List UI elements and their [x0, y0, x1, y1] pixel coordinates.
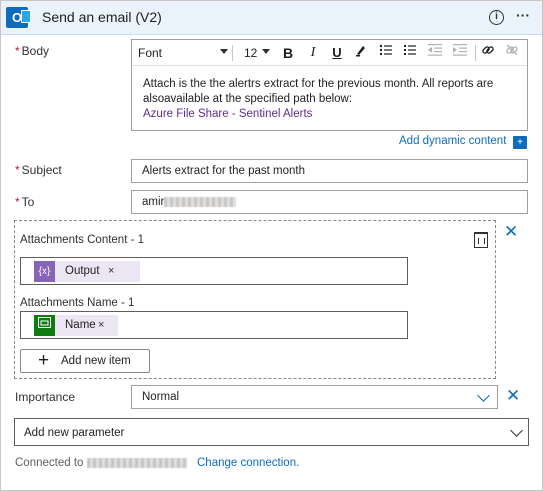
more-options-icon[interactable]: ··· — [516, 7, 530, 23]
body-editor[interactable]: Font 12 B I U Attach is the the alertrs … — [131, 39, 528, 131]
bold-button[interactable]: B — [278, 43, 298, 63]
subject-value: Alerts extract for the past month — [142, 165, 305, 177]
remove-attachment-button[interactable]: ✕ — [504, 223, 518, 240]
attachments-content-label: Attachments Content - 1 — [20, 234, 145, 246]
remove-importance-button[interactable]: ✕ — [506, 387, 520, 404]
font-caret-icon[interactable] — [220, 49, 228, 54]
toolbar-divider — [232, 45, 233, 61]
attachments-name-field[interactable]: Name × — [20, 311, 408, 339]
to-input[interactable]: amir — [131, 190, 528, 214]
chevron-down-icon[interactable] — [477, 389, 490, 402]
subject-label: * Subject — [15, 163, 62, 177]
toolbar-divider — [475, 45, 476, 61]
size-caret-icon[interactable] — [262, 49, 270, 54]
editor-toolbar: Font 12 B I U — [132, 40, 527, 66]
remove-name-token[interactable]: × — [98, 319, 104, 331]
action-card: O Send an email (V2) i ··· * Body Font 12… — [0, 0, 543, 491]
numbered-list-icon[interactable] — [400, 43, 420, 63]
name-token[interactable]: Name × — [34, 315, 118, 336]
body-label: * Body — [15, 44, 50, 58]
importance-value: Normal — [142, 391, 180, 403]
decrease-indent-icon[interactable] — [425, 43, 445, 63]
output-token-label: Output — [65, 265, 100, 277]
redacted-account — [86, 457, 187, 468]
unlink-icon[interactable] — [502, 43, 522, 63]
bullet-list-icon[interactable] — [376, 43, 396, 63]
attachments-name-label: Attachments Name - 1 — [20, 297, 135, 309]
link-icon[interactable] — [478, 43, 498, 63]
underline-button[interactable]: U — [327, 43, 347, 63]
action-header[interactable]: O Send an email (V2) i ··· — [1, 1, 542, 35]
redacted-email — [164, 196, 237, 207]
highlight-icon[interactable] — [351, 43, 371, 63]
expression-icon: {x} — [34, 261, 55, 282]
to-label: * To — [15, 195, 35, 209]
chevron-down-icon[interactable] — [510, 424, 523, 437]
outlook-icon: O — [6, 7, 31, 28]
importance-select[interactable]: Normal — [131, 385, 498, 409]
name-token-label: Name — [65, 319, 96, 331]
body-link[interactable]: Azure File Share - Sentinel Alerts — [143, 108, 312, 120]
remove-output-token[interactable]: × — [108, 265, 114, 277]
attachments-content-field[interactable]: {x} Output × — [20, 257, 408, 285]
file-share-icon — [34, 315, 55, 336]
info-icon[interactable]: i — [489, 10, 504, 25]
font-family-select[interactable]: Font — [138, 46, 162, 60]
italic-button[interactable]: I — [303, 43, 323, 63]
action-title[interactable]: Send an email (V2) — [42, 9, 162, 25]
increase-indent-icon[interactable] — [450, 43, 470, 63]
delete-item-icon[interactable] — [474, 232, 488, 248]
add-new-parameter-dropdown[interactable]: Add new parameter — [14, 418, 529, 446]
add-dynamic-content-link[interactable]: Add dynamic content — [399, 135, 506, 147]
output-token[interactable]: {x} Output × — [34, 261, 140, 282]
dynamic-content-icon[interactable]: + — [513, 136, 527, 149]
connected-to-text: Connected to — [15, 457, 187, 469]
font-size-select[interactable]: 12 — [244, 46, 257, 60]
subject-input[interactable]: Alerts extract for the past month — [131, 159, 528, 183]
importance-label: Importance — [15, 390, 76, 404]
add-new-item-button[interactable]: + Add new item — [20, 349, 150, 373]
plus-icon: + — [38, 350, 50, 371]
change-connection-link[interactable]: Change connection. — [197, 457, 299, 469]
to-value: amir — [142, 196, 237, 208]
body-text[interactable]: Attach is the the alertrs extract for th… — [143, 77, 523, 107]
